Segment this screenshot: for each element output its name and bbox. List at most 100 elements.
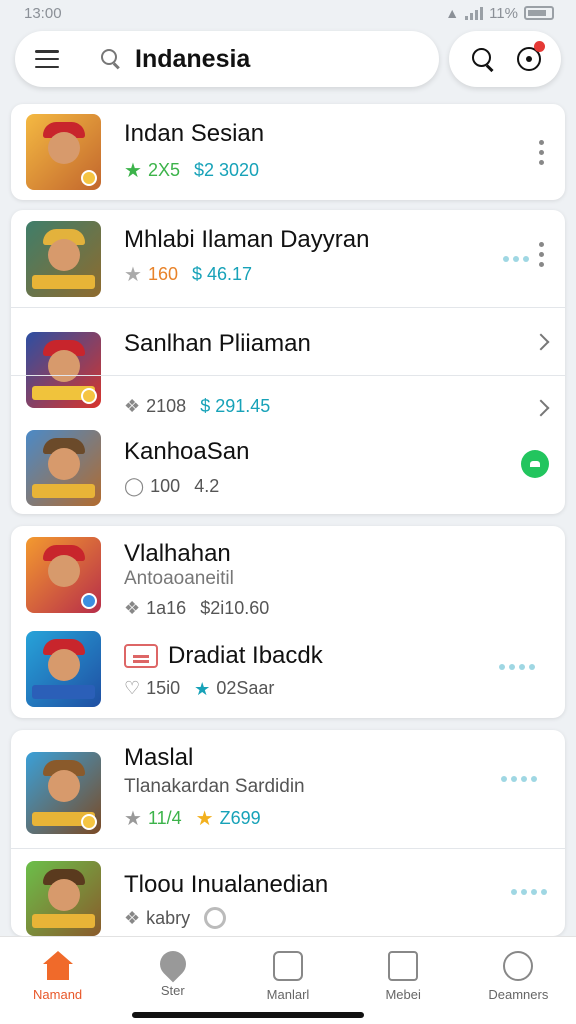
chevron-right-icon[interactable] xyxy=(532,333,550,351)
list-item[interactable]: Indan Sesian ★ 2X5 $2 3020 xyxy=(11,104,565,200)
list-item[interactable]: Vlalhahan Antoaoaneitil ❖ 1a16 $2i10.60 xyxy=(11,526,565,622)
item-rating: 1a16 xyxy=(146,598,187,618)
battery-icon xyxy=(524,6,554,20)
item-price: $ 46.17 xyxy=(191,264,253,284)
item-meta: ❖ 2108 $ 291.45 xyxy=(124,396,270,417)
star-icon: ★ xyxy=(195,807,214,830)
item-subtitle: Tlanakardan Sardidin xyxy=(124,776,305,797)
loading-dots xyxy=(501,776,537,782)
item-rating: 2X5 xyxy=(147,160,180,180)
signal-icon xyxy=(465,6,484,20)
item-title: Dradiat Ibacdk xyxy=(168,642,323,669)
nav-label: Deamners xyxy=(488,987,549,1002)
home-indicator[interactable] xyxy=(132,1012,364,1018)
loading-dots xyxy=(503,256,529,262)
chevron-right-icon[interactable] xyxy=(532,399,550,417)
list-card: Indan Sesian ★ 2X5 $2 3020 xyxy=(11,104,565,200)
item-meta: ★ 2X5 $2 3020 xyxy=(124,160,259,181)
item-meta: ◯ 100 4.2 xyxy=(124,476,219,497)
star-icon: ★ xyxy=(124,159,142,182)
game-thumbnail xyxy=(26,631,101,707)
game-thumbnail xyxy=(26,221,101,297)
shield-icon: ◯ xyxy=(124,476,145,496)
more-options-icon[interactable] xyxy=(539,242,545,267)
item-subtitle: Antoaoaneitil xyxy=(124,568,234,589)
house-outline-icon xyxy=(388,951,419,981)
loading-dots xyxy=(511,889,547,895)
item-title: Sanlhan Pliiaman xyxy=(124,330,311,357)
search-icon xyxy=(101,49,121,69)
tag-icon: ❖ xyxy=(124,598,141,618)
tag-badge-icon xyxy=(124,644,158,668)
list-item[interactable]: Maslal Tlanakardan Sardidin ★ 11/4 ★ Z699 xyxy=(11,730,565,848)
item-price: 4.2 xyxy=(194,476,220,496)
nav-item-home[interactable]: Namand xyxy=(3,951,113,1024)
heart-icon: ♡ xyxy=(124,678,141,698)
list-card: Mhlabi Ilaman Dayyran ★ 160 $ 46.17 Sanlh… xyxy=(11,210,565,514)
status-bar: 13:00 ▲ 11% xyxy=(0,0,576,26)
search-input[interactable]: Indanesia xyxy=(135,45,250,74)
loading-dots xyxy=(499,664,535,670)
list-card: Vlalhahan Antoaoaneitil ❖ 1a16 $2i10.60 D… xyxy=(11,526,565,718)
nav-label: Mebei xyxy=(385,987,421,1002)
game-thumbnail xyxy=(26,430,101,506)
item-price: Z699 xyxy=(219,808,261,828)
game-thumbnail xyxy=(26,861,101,936)
item-rating: 100 xyxy=(150,476,181,496)
list-item[interactable]: Dradiat Ibacdk ♡ 15i0 ★ 02Saar xyxy=(11,622,565,718)
item-rating: kabry xyxy=(146,907,191,928)
user-icon xyxy=(503,951,534,981)
list-card: Maslal Tlanakardan Sardidin ★ 11/4 ★ Z699 … xyxy=(11,730,565,936)
item-meta: ❖ 1a16 $2i10.60 xyxy=(124,598,269,619)
item-rating: 15i0 xyxy=(146,678,181,698)
book-icon xyxy=(272,951,303,981)
item-title-row: Dradiat Ibacdk xyxy=(124,642,323,670)
list-item[interactable]: ❖ 2108 $ 291.45 xyxy=(11,376,565,417)
header-actions xyxy=(449,31,561,87)
game-thumbnail xyxy=(26,752,101,834)
item-rating: 2108 xyxy=(146,396,187,416)
tag-icon: ❖ xyxy=(124,396,141,416)
star-icon: ★ xyxy=(124,263,142,286)
item-title: Mhlabi Ilaman Dayyran xyxy=(124,226,370,253)
search-bar[interactable]: Indanesia xyxy=(15,31,439,87)
item-price: $ 291.45 xyxy=(200,396,271,416)
menu-icon[interactable] xyxy=(35,50,59,68)
status-time: 13:00 xyxy=(24,4,62,22)
item-meta: ♡ 15i0 ★ 02Saar xyxy=(124,678,274,699)
item-rating: 11/4 xyxy=(147,808,182,828)
item-title: Vlalhahan xyxy=(124,540,231,567)
nav-item-deamners[interactable]: Deamners xyxy=(463,951,573,1024)
star-icon: ★ xyxy=(124,807,142,830)
item-price: $2 3020 xyxy=(193,160,260,180)
item-price: 02Saar xyxy=(216,678,275,698)
list-item[interactable]: Mhlabi Ilaman Dayyran ★ 160 $ 46.17 xyxy=(11,210,565,308)
status-toggle-icon[interactable] xyxy=(521,450,549,478)
item-meta: ❖ kabry xyxy=(124,907,227,929)
bottom-navigation: Namand Ster Manlarl Mebei Deamners xyxy=(0,936,576,1024)
home-icon xyxy=(42,951,74,981)
item-title: Tloou Inualanedian xyxy=(124,871,329,898)
notification-badge xyxy=(533,41,545,52)
item-meta: ★ 11/4 ★ Z699 xyxy=(124,808,261,829)
more-options-icon[interactable] xyxy=(539,140,545,165)
nav-item-mebei[interactable]: Mebei xyxy=(348,951,458,1024)
nav-label: Manlarl xyxy=(266,987,310,1002)
spinner-icon xyxy=(204,907,227,929)
battery-percent: 11% xyxy=(489,4,518,22)
star-icon: ★ xyxy=(194,678,211,699)
search-button-icon[interactable] xyxy=(470,46,496,72)
item-title: Maslal xyxy=(124,744,194,771)
item-title: Indan Sesian xyxy=(124,120,265,147)
item-price: $2i10.60 xyxy=(200,598,270,618)
item-meta: ★ 160 $ 46.17 xyxy=(124,264,252,285)
nav-label: Ster xyxy=(160,983,185,998)
list-item[interactable]: Sanlhan Pliiaman xyxy=(11,308,565,408)
nav-label: Namand xyxy=(33,987,83,1002)
notification-icon[interactable] xyxy=(516,41,545,71)
item-rating: 160 xyxy=(147,264,178,284)
item-title: KanhoaSan xyxy=(124,438,250,465)
list-item[interactable]: Tloou Inualanedian ❖ kabry xyxy=(11,849,565,936)
list-item[interactable]: KanhoaSan ◯ 100 4.2 xyxy=(11,424,565,514)
game-thumbnail xyxy=(26,114,101,190)
